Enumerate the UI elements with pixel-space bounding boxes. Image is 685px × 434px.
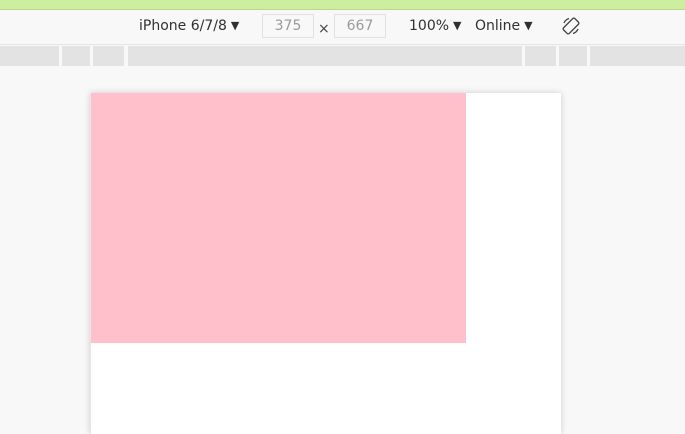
media-query-segment[interactable] [93, 46, 124, 66]
rotate-button[interactable] [561, 16, 581, 36]
rotate-icon [562, 17, 580, 35]
media-query-segment[interactable] [62, 46, 90, 66]
top-accent-strip [0, 0, 685, 10]
chevron-down-icon: ▼ [230, 19, 240, 32]
chevron-down-icon: ▼ [453, 19, 462, 32]
device-viewport[interactable] [90, 93, 561, 434]
network-label: Online [475, 18, 521, 34]
zoom-select[interactable]: 100% ▼ [409, 17, 462, 36]
media-query-segment[interactable] [128, 46, 522, 66]
times-icon: × [318, 21, 330, 37]
height-input[interactable]: 667 [334, 14, 386, 38]
zoom-label: 100% [409, 18, 450, 34]
device-toolbar: iPhone 6/7/8 ▼ 375 × 667 100% ▼ Online ▼ [0, 10, 685, 45]
media-query-segment[interactable] [525, 46, 556, 66]
width-input[interactable]: 375 [262, 14, 314, 38]
device-select[interactable]: iPhone 6/7/8 ▼ [139, 17, 239, 36]
pink-box [91, 93, 466, 343]
media-query-segment[interactable] [559, 46, 587, 66]
media-query-bar [0, 46, 685, 66]
device-label: iPhone 6/7/8 [139, 18, 227, 34]
chevron-down-icon: ▼ [524, 19, 533, 32]
media-query-segment[interactable] [590, 46, 685, 66]
media-query-segment[interactable] [0, 46, 59, 66]
network-throttle-select[interactable]: Online ▼ [475, 17, 533, 36]
